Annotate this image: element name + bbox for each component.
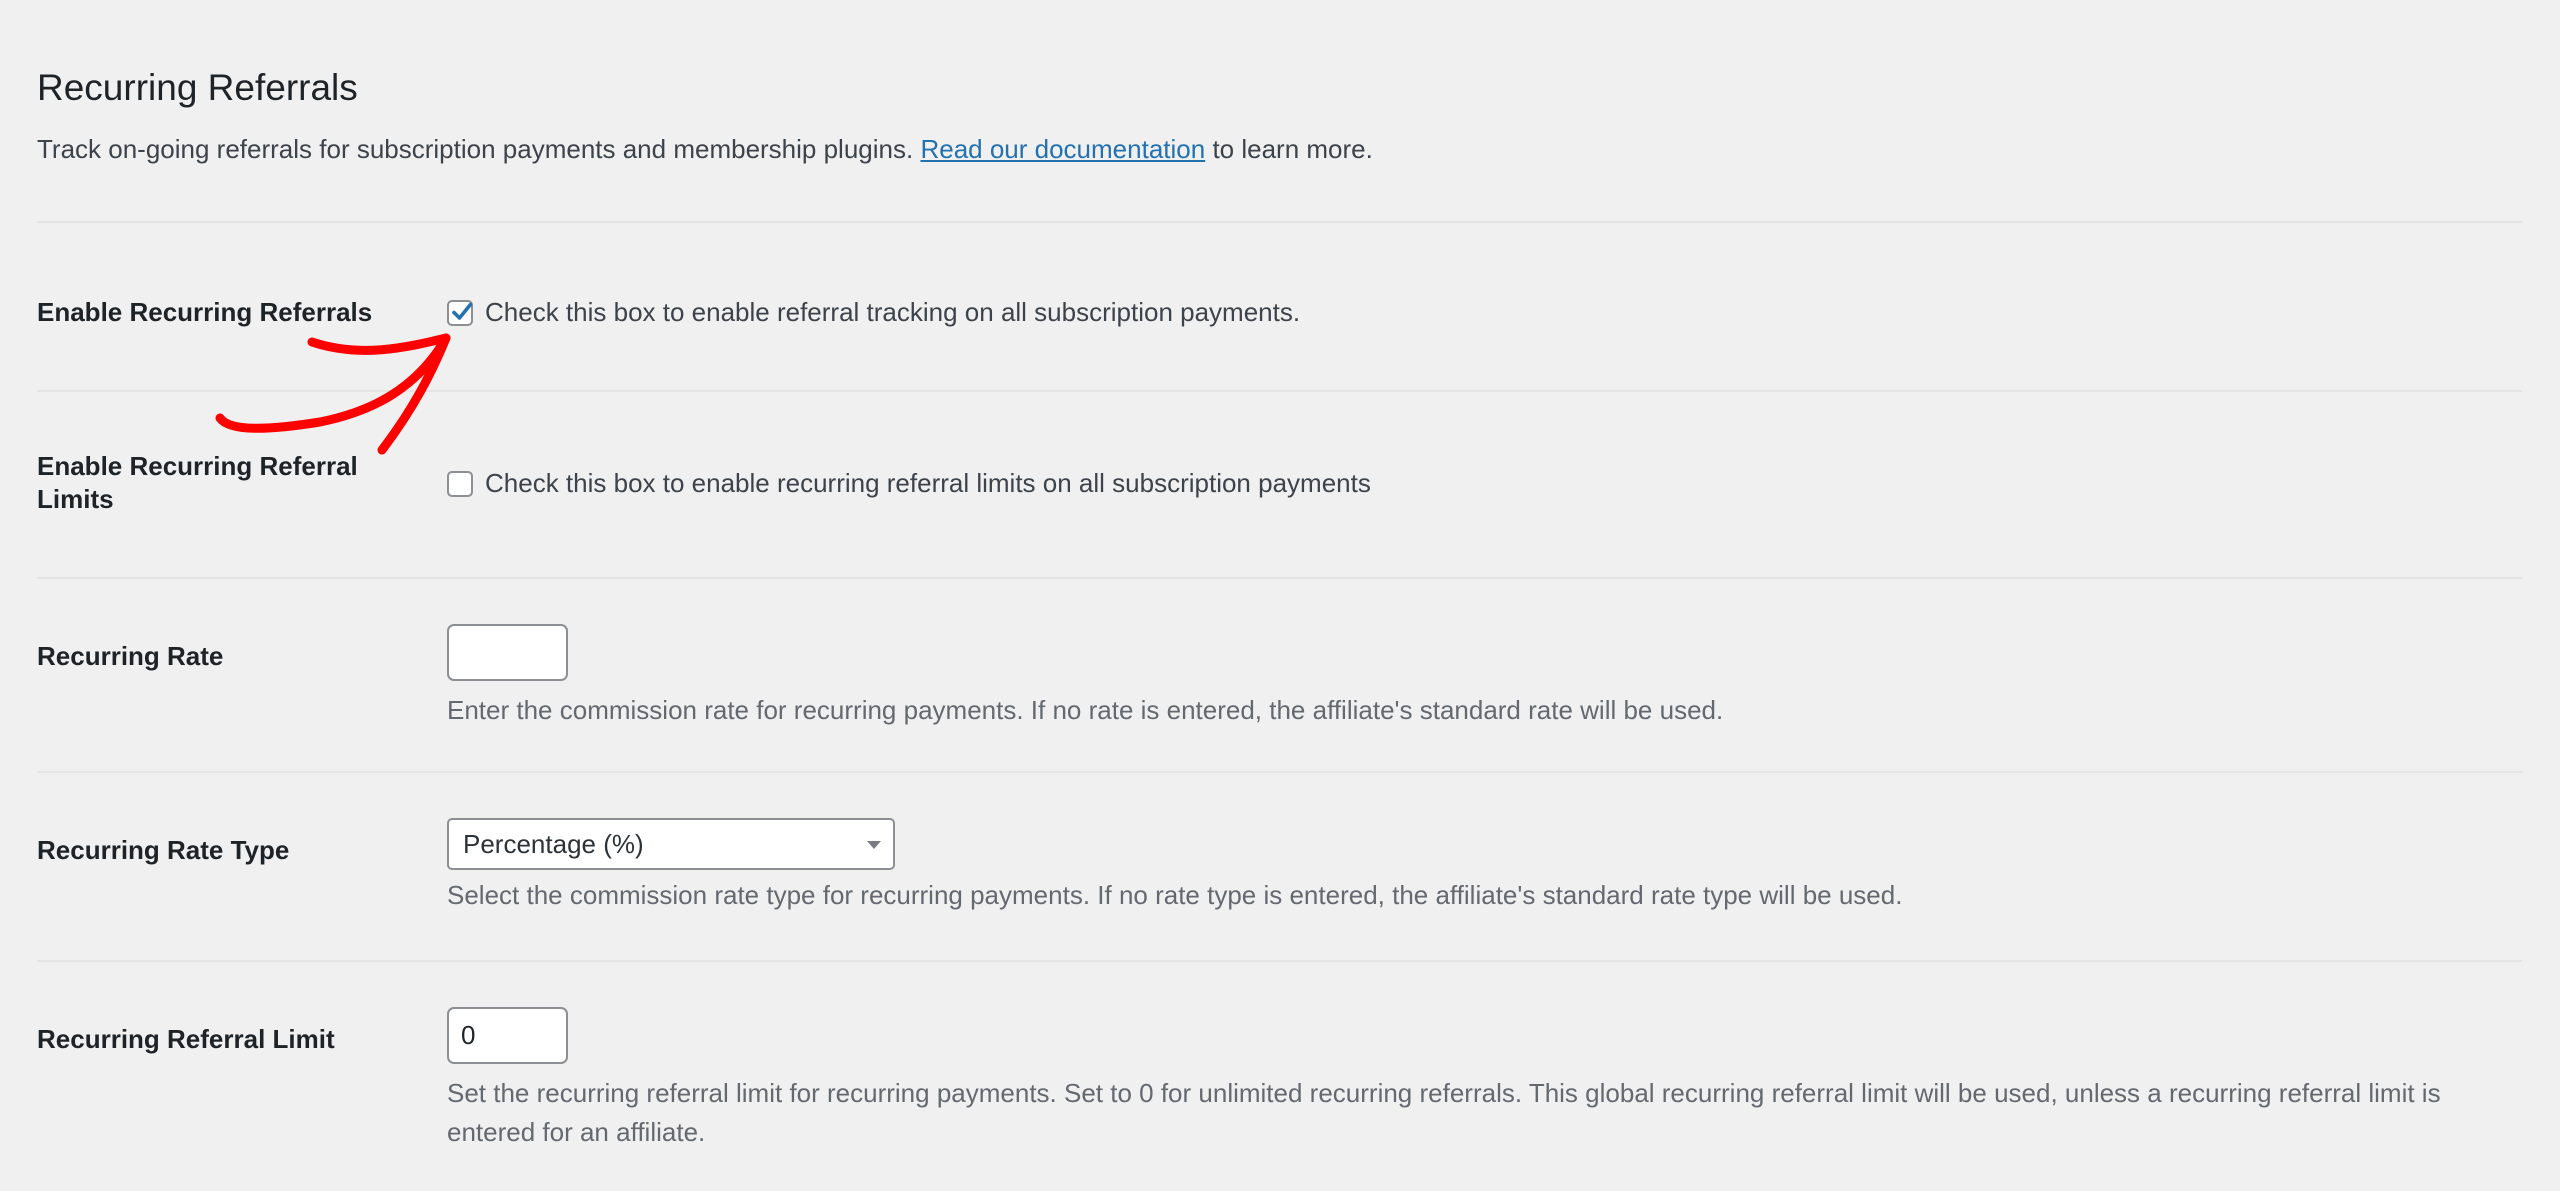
label-recurring-referral-limit: Recurring Referral Limit xyxy=(37,1024,335,1054)
label-recurring-rate: Recurring Rate xyxy=(37,641,224,671)
section-description: Track on-going referrals for subscriptio… xyxy=(37,132,2517,166)
recurring-referral-limit-input[interactable] xyxy=(447,1007,568,1064)
divider xyxy=(37,960,2522,962)
divider xyxy=(37,221,2522,223)
field-recurring-rate-type: Percentage (%) Select the commission rat… xyxy=(447,818,2507,915)
recurring-rate-type-selected: Percentage (%) xyxy=(463,829,644,859)
label-enable-recurring-referrals: Enable Recurring Referrals xyxy=(37,297,373,327)
field-recurring-referral-limit: Set the recurring referral limit for rec… xyxy=(447,1007,2507,1152)
recurring-rate-help: Enter the commission rate for recurring … xyxy=(447,695,1724,725)
page-title: Recurring Referrals xyxy=(37,67,358,108)
recurring-referral-limit-help: Set the recurring referral limit for rec… xyxy=(447,1078,2441,1147)
divider xyxy=(37,771,2522,773)
recurring-rate-input[interactable] xyxy=(447,624,568,681)
enable-recurring-referrals-checkbox[interactable] xyxy=(447,300,473,326)
settings-page: Recurring Referrals Track on-going refer… xyxy=(0,0,2560,1191)
checkmark-icon xyxy=(452,302,473,320)
documentation-link[interactable]: Read our documentation xyxy=(920,134,1205,164)
label-enable-recurring-referral-limits: Enable Recurring Referral Limits xyxy=(37,451,358,514)
recurring-rate-type-select[interactable]: Percentage (%) xyxy=(447,818,895,870)
divider xyxy=(37,390,2522,392)
enable-recurring-referral-limits-text: Check this box to enable recurring refer… xyxy=(485,468,1371,498)
description-suffix: to learn more. xyxy=(1212,134,1373,164)
field-enable-recurring-referral-limits: Check this box to enable recurring refer… xyxy=(447,466,1371,500)
divider xyxy=(37,577,2522,579)
description-text: Track on-going referrals for subscriptio… xyxy=(37,134,914,164)
label-recurring-rate-type: Recurring Rate Type xyxy=(37,835,290,865)
hand-drawn-arrow-icon xyxy=(215,333,451,455)
section-header: Recurring Referrals Track on-going refer… xyxy=(37,62,2517,166)
field-recurring-rate: Enter the commission rate for recurring … xyxy=(447,624,2507,730)
enable-recurring-referrals-text: Check this box to enable referral tracki… xyxy=(485,297,1301,327)
enable-recurring-referral-limits-checkbox[interactable] xyxy=(447,471,473,497)
field-enable-recurring-referrals: Check this box to enable referral tracki… xyxy=(447,295,1300,329)
chevron-down-icon xyxy=(867,841,881,849)
recurring-rate-type-help: Select the commission rate type for recu… xyxy=(447,880,1903,910)
